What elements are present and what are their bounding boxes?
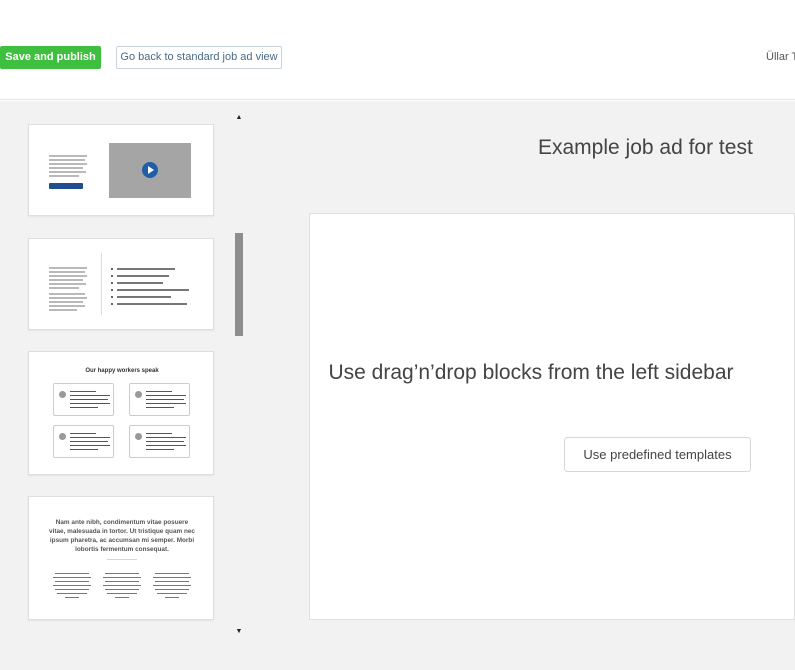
bullet-line [117,282,163,284]
text-line [49,305,85,307]
use-predefined-templates-button[interactable]: Use predefined templates [564,437,751,472]
text-line [49,159,85,161]
bullet-icon [111,289,113,291]
back-to-standard-view-button[interactable]: Go back to standard job ad view [116,46,282,69]
divider [107,559,137,560]
text-line [49,271,85,273]
quote-card [129,383,190,416]
drop-zone[interactable]: Use drag’n’drop blocks from the left sid… [309,213,795,620]
drop-zone-text: Use drag’n’drop blocks from the left sid… [328,361,734,384]
video-thumbnail [109,143,191,198]
sidebar-scrollbar[interactable]: ▲ ▼ [233,112,245,638]
template-block-text-bullets[interactable] [28,238,214,330]
text-line [49,167,83,169]
template-block-testimonials[interactable]: Our happy workers speak [28,351,214,475]
scroll-down-icon[interactable]: ▼ [233,626,245,638]
quote-card [53,383,114,416]
bullet-icon [111,268,113,270]
quote-card [53,425,114,458]
text-line [49,267,87,269]
text-line [49,279,83,281]
bullet-line [117,275,169,277]
scroll-up-icon[interactable]: ▲ [233,112,245,124]
text-line [49,301,83,303]
bullet-icon [111,296,113,298]
avatar-icon [59,391,66,398]
text-line [49,155,87,157]
avatar-icon [135,391,142,398]
scrollbar-thumb[interactable] [235,233,243,336]
save-and-publish-button[interactable]: Save and publish [0,46,101,69]
text-line [49,171,86,173]
bullet-line [117,296,171,298]
quote-card [129,425,190,458]
text-line [49,283,86,285]
user-name[interactable]: Üllar T [766,51,795,63]
text-line [49,309,77,311]
bullet-icon [111,275,113,277]
text-line [49,275,87,277]
mini-watch-button [49,183,83,189]
avatar-icon [135,433,142,440]
text-line [49,163,87,165]
bullet-icon [111,282,113,284]
template-block-text-video[interactable] [28,124,214,216]
mini-quote: Nam ante nibh, condimentum vitae posuere… [49,519,195,553]
divider [101,253,102,315]
avatar-icon [59,433,66,440]
top-toolbar: Save and publish Go back to standard job… [0,0,795,100]
text-line [49,287,79,289]
bullet-line [117,303,187,305]
template-block-quote-columns[interactable]: Nam ante nibh, condimentum vitae posuere… [28,496,214,620]
text-line [49,297,87,299]
bullet-line [117,268,175,270]
play-icon [142,162,158,178]
job-ad-title: Example job ad for test [538,136,753,159]
mini-title: Our happy workers speak [85,368,159,374]
bullet-icon [111,303,113,305]
text-line [49,175,79,177]
bullet-line [117,289,189,291]
text-line [49,293,85,295]
